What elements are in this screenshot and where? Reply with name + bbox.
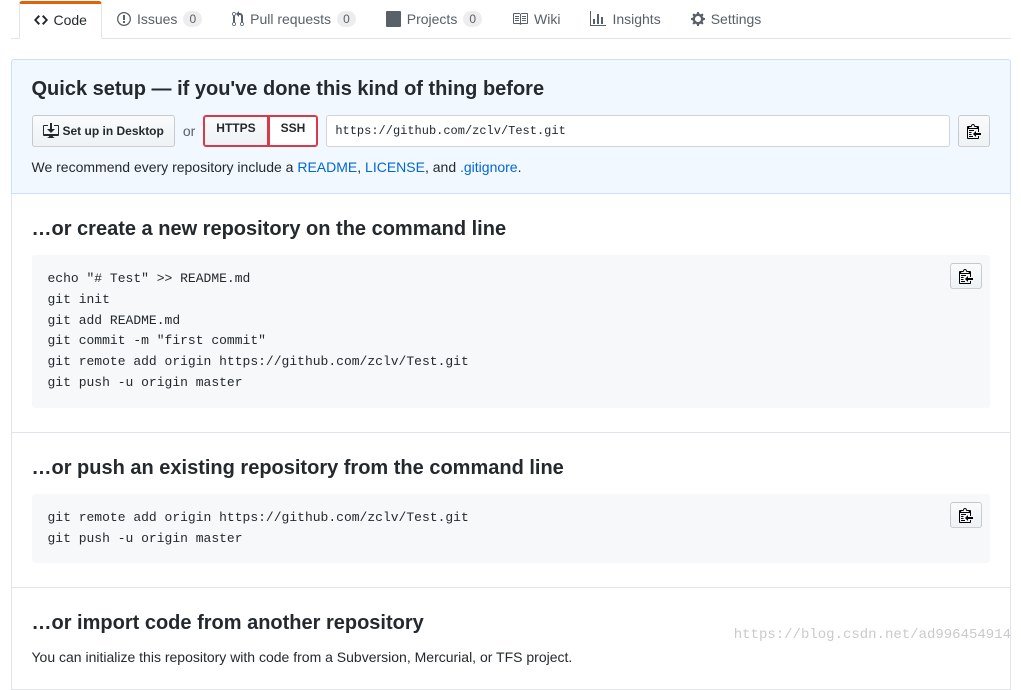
create-repo-code[interactable]: echo "# Test" >> README.md git init git …	[32, 255, 990, 408]
issues-count: 0	[183, 11, 202, 27]
clone-url-input[interactable]	[326, 115, 949, 147]
tab-wiki-label: Wiki	[534, 11, 560, 27]
gitignore-link[interactable]: .gitignore	[460, 159, 518, 175]
tab-code-label: Code	[54, 12, 87, 28]
readme-link[interactable]: README	[297, 159, 357, 175]
copy-push-button[interactable]	[950, 502, 982, 528]
import-repo-title: …or import code from another repository	[32, 612, 990, 635]
quick-setup-box: Quick setup — if you've done this kind o…	[11, 59, 1011, 194]
tab-code[interactable]: Code	[19, 1, 102, 39]
tab-settings[interactable]: Settings	[676, 0, 777, 38]
projects-count: 0	[463, 11, 482, 27]
import-repo-section: …or import code from another repository …	[12, 588, 1010, 689]
license-link[interactable]: LICENSE	[365, 159, 425, 175]
push-repo-title: …or push an existing repository from the…	[32, 457, 990, 480]
create-repo-title: …or create a new repository on the comma…	[32, 218, 990, 241]
desktop-download-icon	[43, 123, 59, 139]
push-repo-section: …or push an existing repository from the…	[12, 433, 1010, 589]
copy-create-button[interactable]	[950, 263, 982, 289]
import-repo-desc: You can initialize this repository with …	[32, 649, 990, 665]
clipboard-icon	[959, 507, 973, 523]
tab-pulls[interactable]: Pull requests 0	[217, 0, 371, 38]
push-repo-code[interactable]: git remote add origin https://github.com…	[32, 494, 990, 564]
quick-setup-title: Quick setup — if you've done this kind o…	[32, 78, 990, 101]
clipboard-icon	[959, 268, 973, 284]
tab-issues[interactable]: Issues 0	[102, 0, 217, 38]
graph-icon	[590, 11, 606, 27]
tab-projects-label: Projects	[407, 11, 458, 27]
setup-desktop-button[interactable]: Set up in Desktop	[32, 115, 175, 147]
pull-request-icon	[232, 11, 244, 27]
tab-insights[interactable]: Insights	[575, 0, 675, 38]
tab-issues-label: Issues	[137, 11, 177, 27]
tab-projects[interactable]: Projects 0	[371, 0, 497, 38]
setup-desktop-label: Set up in Desktop	[63, 121, 164, 141]
create-code-wrap: echo "# Test" >> README.md git init git …	[32, 255, 990, 408]
tab-pulls-label: Pull requests	[250, 11, 331, 27]
tab-settings-label: Settings	[711, 11, 762, 27]
book-icon	[512, 11, 528, 27]
create-repo-section: …or create a new repository on the comma…	[12, 194, 1010, 433]
protocol-switch: HTTPS SSH	[203, 115, 318, 147]
gear-icon	[691, 11, 705, 27]
issue-icon	[117, 11, 131, 27]
https-button[interactable]: HTTPS	[203, 115, 268, 147]
clone-url-row: Set up in Desktop or HTTPS SSH	[32, 115, 990, 147]
pulls-count: 0	[337, 11, 356, 27]
copy-url-button[interactable]	[958, 115, 990, 147]
clipboard-icon	[967, 123, 981, 139]
or-text: or	[183, 123, 195, 139]
repo-tabnav: Code Issues 0 Pull requests 0 Projects 0…	[11, 0, 1011, 39]
tab-wiki[interactable]: Wiki	[497, 0, 575, 38]
setup-sections: …or create a new repository on the comma…	[11, 194, 1011, 690]
recommend-text: We recommend every repository include a …	[32, 159, 990, 175]
tab-insights-label: Insights	[612, 11, 660, 27]
push-code-wrap: git remote add origin https://github.com…	[32, 494, 990, 564]
code-icon	[34, 12, 48, 28]
ssh-button[interactable]: SSH	[268, 115, 319, 147]
project-icon	[386, 11, 401, 27]
